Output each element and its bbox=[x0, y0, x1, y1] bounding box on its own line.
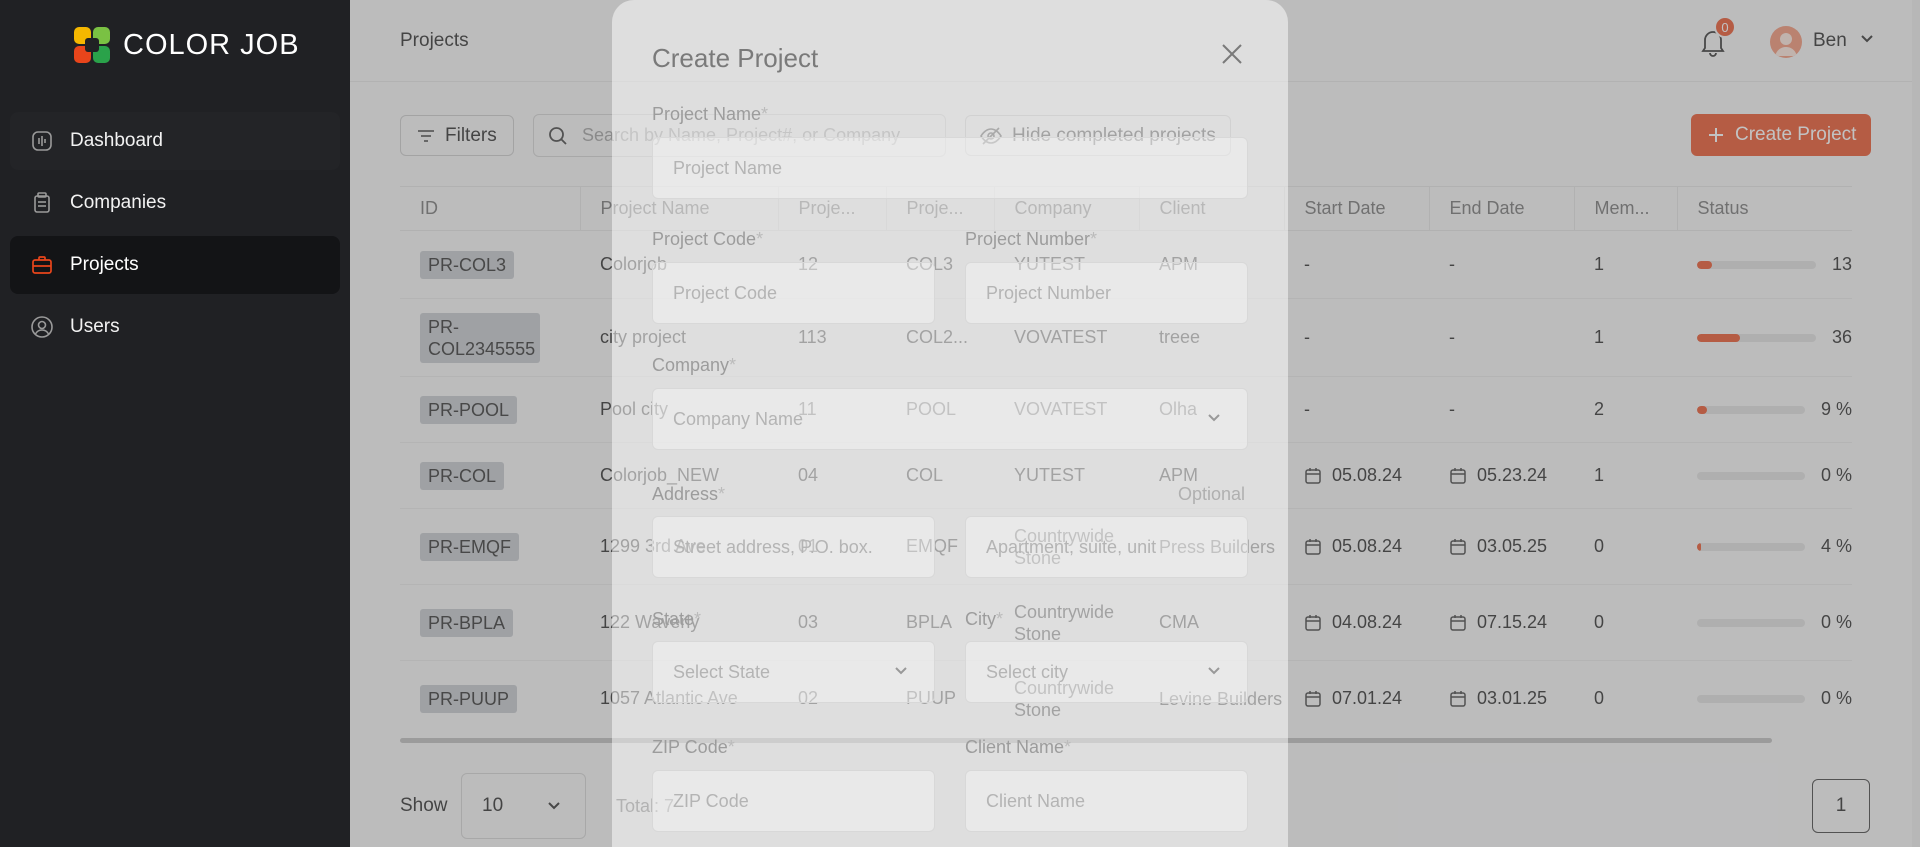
project-name-field[interactable]: Project Name bbox=[652, 137, 1248, 199]
city-select[interactable]: Select city bbox=[965, 641, 1248, 703]
project-number-field[interactable]: Project Number bbox=[965, 262, 1248, 324]
sidebar-item-users[interactable]: Users bbox=[10, 298, 340, 356]
company-select[interactable]: Company Name bbox=[652, 388, 1248, 450]
address-label: Address* bbox=[652, 484, 726, 504]
client-name-label: Client Name* bbox=[965, 737, 1072, 757]
chevron-down-icon bbox=[1208, 667, 1220, 675]
modal-title: Create Project bbox=[652, 43, 819, 73]
sidebar-item-label: Companies bbox=[70, 192, 167, 213]
companies-icon bbox=[30, 191, 54, 215]
project-code-field[interactable]: Project Code bbox=[652, 262, 935, 324]
sidebar-item-projects[interactable]: Projects bbox=[10, 236, 340, 294]
close-icon[interactable] bbox=[1220, 42, 1244, 66]
project-code-label: Project Code* bbox=[652, 229, 764, 249]
dashboard-icon bbox=[30, 129, 54, 153]
create-project-modal: Create Project Project Name* Project Nam… bbox=[612, 0, 1288, 847]
project-number-label: Project Number* bbox=[965, 229, 1098, 249]
chevron-down-icon bbox=[1208, 414, 1220, 422]
sidebar-item-label: Projects bbox=[70, 254, 139, 275]
client-name-field[interactable]: Client Name bbox=[965, 770, 1248, 832]
company-label: Company* bbox=[652, 355, 737, 375]
chevron-down-icon bbox=[895, 667, 907, 675]
state-select[interactable]: Select State bbox=[652, 641, 935, 703]
state-label: State* bbox=[652, 609, 702, 629]
sidebar-item-label: Dashboard bbox=[70, 130, 163, 151]
brand[interactable]: COLOR JOB bbox=[73, 26, 300, 64]
zip-field[interactable]: ZIP Code bbox=[652, 770, 935, 832]
address-line1-field[interactable]: Street address, P.O. box. bbox=[652, 516, 935, 578]
sidebar: COLOR JOB Dashboard Companies Projects U… bbox=[0, 0, 350, 847]
briefcase-icon bbox=[30, 253, 54, 277]
address-optional-label: Optional bbox=[1178, 484, 1246, 504]
zip-label: ZIP Code* bbox=[652, 737, 735, 757]
sidebar-item-dashboard[interactable]: Dashboard bbox=[10, 112, 340, 170]
address-line2-field[interactable]: Apartment, suite, unit bbox=[965, 516, 1248, 578]
user-icon bbox=[30, 315, 54, 339]
brand-logo-icon bbox=[74, 27, 110, 63]
city-label: City* bbox=[965, 609, 1004, 629]
brand-name: COLOR JOB bbox=[123, 28, 300, 61]
project-name-label: Project Name* bbox=[652, 104, 769, 124]
sidebar-nav: Dashboard Companies Projects Users bbox=[10, 112, 340, 360]
sidebar-item-label: Users bbox=[70, 316, 120, 337]
sidebar-item-companies[interactable]: Companies bbox=[10, 174, 340, 232]
